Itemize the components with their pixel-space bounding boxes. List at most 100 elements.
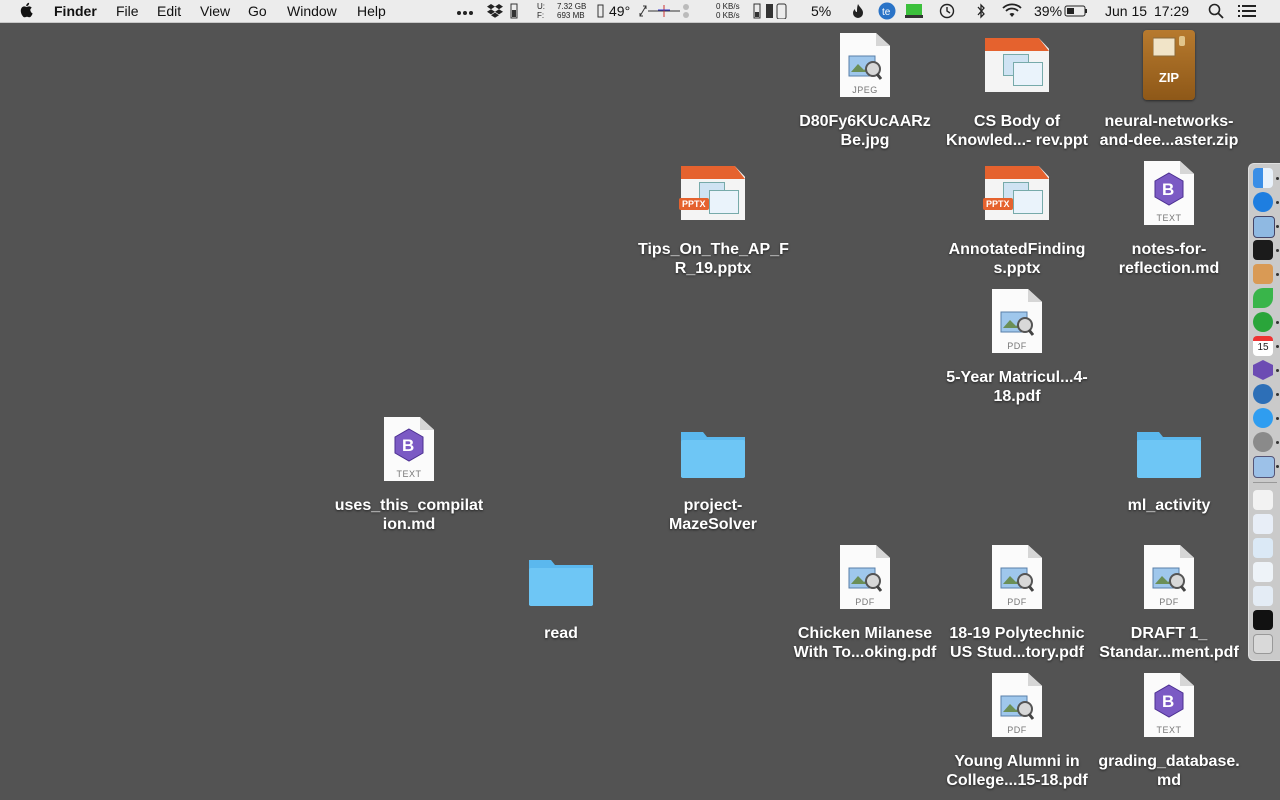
file-name-label: CS Body of Knowled...- rev.ppt xyxy=(946,113,1088,149)
time-machine-icon[interactable] xyxy=(938,3,956,22)
folder-name-label: project- MazeSolver xyxy=(668,497,758,533)
file-ext-badge: PDF xyxy=(1159,597,1179,607)
file-name-label: notes-for- reflection.md xyxy=(1118,241,1220,277)
bbedit-text-file-icon: B TEXT xyxy=(1133,158,1205,230)
file-name-label: 5-Year Matricul...4-18.pdf xyxy=(946,369,1088,405)
storage-f-label: F: xyxy=(537,11,545,20)
file-ext-badge: TEXT xyxy=(1156,725,1182,735)
cpu-bar-icon xyxy=(765,3,789,22)
desktop-icon-jpeg-file[interactable]: JPEG D80Fy6KUcAARz Be.jpg xyxy=(790,30,940,150)
menu-go[interactable]: Go xyxy=(248,3,267,19)
document-dock-icon[interactable] xyxy=(1253,562,1273,582)
activity-monitor-dock-icon[interactable] xyxy=(1253,610,1273,630)
flame-icon[interactable] xyxy=(852,3,864,22)
terminal-dock-icon[interactable] xyxy=(1253,240,1273,260)
file-name-label: AnnotatedFinding s.pptx xyxy=(948,241,1086,277)
cpu-percent[interactable]: 5% xyxy=(811,3,831,19)
file-ext-badge: PDF xyxy=(1007,341,1027,351)
dock-separator xyxy=(1253,482,1277,483)
running-indicator xyxy=(1276,417,1279,420)
desktop-icon-pptx-file[interactable]: PPTX AnnotatedFinding s.pptx xyxy=(942,158,1092,278)
preview-dock-icon[interactable] xyxy=(1253,216,1275,238)
document-dock-icon[interactable] xyxy=(1253,586,1273,606)
more-dots-icon[interactable] xyxy=(456,5,478,21)
menu-view[interactable]: View xyxy=(200,3,230,19)
system-preferences-dock-icon[interactable] xyxy=(1253,432,1273,452)
network-graph-icon xyxy=(648,4,680,21)
desktop-icon-ppt-file[interactable]: CS Body of Knowled...- rev.ppt xyxy=(942,30,1092,150)
folder-name-label: ml_activity xyxy=(1127,497,1211,514)
file-ext-badge: PDF xyxy=(1007,725,1027,735)
date-label[interactable]: Jun 15 xyxy=(1105,3,1147,19)
calendar-dock-icon[interactable]: 15 xyxy=(1253,336,1273,356)
dock: 15 xyxy=(1248,163,1280,661)
desktop-icon-pdf-file[interactable]: PDF Chicken Milanese With To...oking.pdf xyxy=(790,542,940,662)
menu-bar: Finder File Edit View Go Window Help U: … xyxy=(0,0,1280,23)
running-indicator xyxy=(1276,225,1279,228)
preview-doc-dock-icon[interactable] xyxy=(1253,456,1275,478)
trash-dock-icon[interactable] xyxy=(1253,634,1273,654)
battery-percent[interactable]: 39% xyxy=(1034,3,1062,19)
temperature-readout[interactable]: 49° xyxy=(609,3,630,19)
desktop-icon-pdf-file[interactable]: PDF DRAFT 1_ Standar...ment.pdf xyxy=(1094,542,1244,662)
tweetbot-dock-icon[interactable] xyxy=(1253,384,1273,404)
storage-u-label: U: xyxy=(537,2,545,11)
apple-menu-icon[interactable] xyxy=(19,2,33,21)
file-ext-badge: PDF xyxy=(855,597,875,607)
desktop-icon-folder[interactable]: read xyxy=(486,542,636,643)
zip-ext-label: ZIP xyxy=(1158,70,1180,85)
preview-pdf-icon: PDF xyxy=(1133,542,1205,614)
file-name-label: grading_database. md xyxy=(1098,753,1240,789)
desktop-icon-pdf-file[interactable]: PDF Young Alumni in College...15-18.pdf xyxy=(942,670,1092,790)
desktop-icon-pdf-file[interactable]: PDF 5-Year Matricul...4-18.pdf xyxy=(942,286,1092,406)
document-dock-icon[interactable] xyxy=(1253,490,1273,510)
clock-time[interactable]: 17:29 xyxy=(1154,3,1189,19)
pptx-badge: PPTX xyxy=(983,198,1013,210)
safari-dock-icon[interactable] xyxy=(1253,192,1273,212)
desktop-icon-folder[interactable]: ml_activity xyxy=(1094,414,1244,515)
photo-app-dock-icon[interactable] xyxy=(1253,264,1273,284)
file-name-label: D80Fy6KUcAARz Be.jpg xyxy=(799,113,931,149)
folder-icon xyxy=(1133,414,1205,486)
running-indicator xyxy=(1276,201,1279,204)
menu-edit[interactable]: Edit xyxy=(157,3,181,19)
app-menu-finder[interactable]: Finder xyxy=(54,3,97,19)
memory-icon xyxy=(510,3,518,22)
menu-window[interactable]: Window xyxy=(287,3,337,19)
file-name-label: Chicken Milanese With To...oking.pdf xyxy=(793,625,937,661)
folder-icon xyxy=(677,414,749,486)
te-app-icon[interactable]: te xyxy=(878,2,896,23)
running-indicator xyxy=(1276,345,1279,348)
bluetooth-icon[interactable] xyxy=(976,3,986,22)
svg-text:B: B xyxy=(1162,692,1174,711)
document-dock-icon[interactable] xyxy=(1253,538,1273,558)
green-card-icon[interactable] xyxy=(904,3,924,22)
battery-icon[interactable] xyxy=(1064,4,1088,21)
desktop-icon-pptx-file[interactable]: PPTX Tips_On_The_AP_F R_19.pptx xyxy=(638,158,789,278)
bbedit-text-file-icon: B TEXT xyxy=(1133,670,1205,742)
pptx-badge: PPTX xyxy=(679,198,709,210)
desktop-icon-zip-file[interactable]: ZIP neural-networks- and-dee...aster.zip xyxy=(1094,30,1244,150)
leaf-app-dock-icon[interactable] xyxy=(1253,288,1273,308)
messages-dock-icon[interactable] xyxy=(1253,408,1273,428)
leaves-app-dock-icon[interactable] xyxy=(1253,312,1273,332)
spotlight-search-icon[interactable] xyxy=(1208,3,1224,22)
preview-pdf-icon: PDF xyxy=(981,286,1053,358)
finder-dock-icon[interactable] xyxy=(1253,168,1273,188)
desktop-icon-md-file[interactable]: B TEXT notes-for- reflection.md xyxy=(1094,158,1244,278)
wifi-icon[interactable] xyxy=(1002,3,1022,21)
menu-file[interactable]: File xyxy=(116,3,139,19)
bbedit-text-file-icon: B TEXT xyxy=(373,414,445,486)
dropbox-icon[interactable] xyxy=(486,3,504,22)
desktop-icon-pdf-file[interactable]: PDF 18-19 Polytechnic US Stud...tory.pdf xyxy=(942,542,1092,662)
zip-archive-icon: ZIP xyxy=(1133,30,1205,102)
file-name-label: Tips_On_The_AP_F R_19.pptx xyxy=(638,241,789,277)
bbedit-dock-icon[interactable] xyxy=(1253,360,1273,380)
document-dock-icon[interactable] xyxy=(1253,514,1273,534)
notification-center-icon[interactable] xyxy=(1238,4,1256,21)
file-name-label: 18-19 Polytechnic US Stud...tory.pdf xyxy=(949,625,1085,661)
desktop-icon-folder[interactable]: project- MazeSolver xyxy=(638,414,788,534)
desktop-icon-md-file[interactable]: B TEXT uses_this_compilat ion.md xyxy=(334,414,484,534)
menu-help[interactable]: Help xyxy=(357,3,386,19)
desktop-icon-md-file[interactable]: B TEXT grading_database. md xyxy=(1094,670,1244,790)
